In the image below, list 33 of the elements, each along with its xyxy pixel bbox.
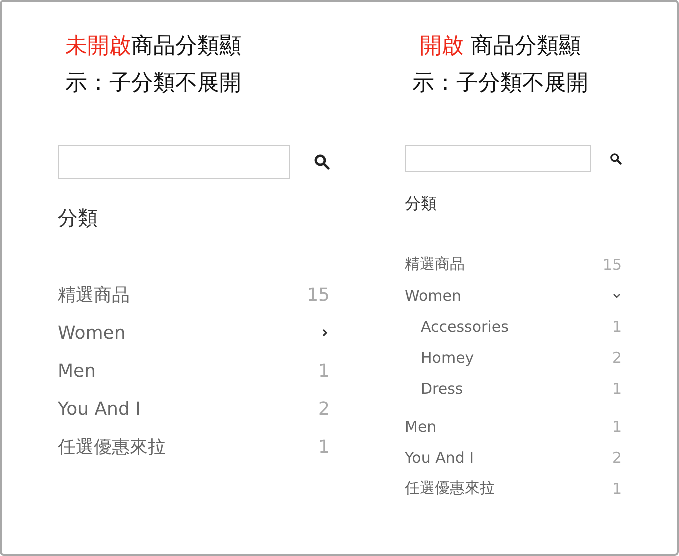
category-link[interactable]: Women <box>58 322 126 344</box>
search-field[interactable] <box>405 145 591 172</box>
category-count: 15 <box>307 284 330 306</box>
category-count: 1 <box>612 318 622 336</box>
subcategory-link[interactable]: Dress <box>421 380 464 398</box>
category-link[interactable]: 任選優惠來拉 <box>405 479 495 498</box>
section-title: 分類 <box>58 205 99 232</box>
category-count: 15 <box>602 256 622 274</box>
category-count: 2 <box>612 348 622 366</box>
category-link[interactable]: You And I <box>58 398 141 420</box>
category-count: 1 <box>318 436 330 458</box>
search-icon[interactable] <box>314 154 330 170</box>
category-count: 2 <box>318 398 330 420</box>
category-link[interactable]: 精選商品 <box>405 255 465 274</box>
category-count: 1 <box>612 480 622 498</box>
panel-heading: 開啟 商品分類顯示：子分類不展開 <box>412 33 590 98</box>
category-count: 1 <box>612 380 622 398</box>
search-field[interactable] <box>58 145 290 179</box>
category-link[interactable]: 精選商品 <box>58 283 130 307</box>
category-link[interactable]: Men <box>405 418 437 436</box>
category-link[interactable]: 任選優惠來拉 <box>58 435 166 459</box>
panel-heading: 未開啟商品分類顯示：子分類不展開 <box>64 33 243 98</box>
category-count: 2 <box>612 448 622 466</box>
category-link[interactable]: Women <box>405 286 462 304</box>
chevron-icon[interactable] <box>320 328 330 338</box>
category-link[interactable]: You And I <box>405 448 474 466</box>
subcategory-link[interactable]: Accessories <box>421 318 509 336</box>
search-icon[interactable] <box>610 152 622 164</box>
category-link[interactable]: Men <box>58 360 96 382</box>
category-count: 1 <box>612 418 622 436</box>
subcategory-link[interactable]: Homey <box>421 348 474 366</box>
category-count: 1 <box>318 360 330 382</box>
section-title: 分類 <box>405 194 438 215</box>
